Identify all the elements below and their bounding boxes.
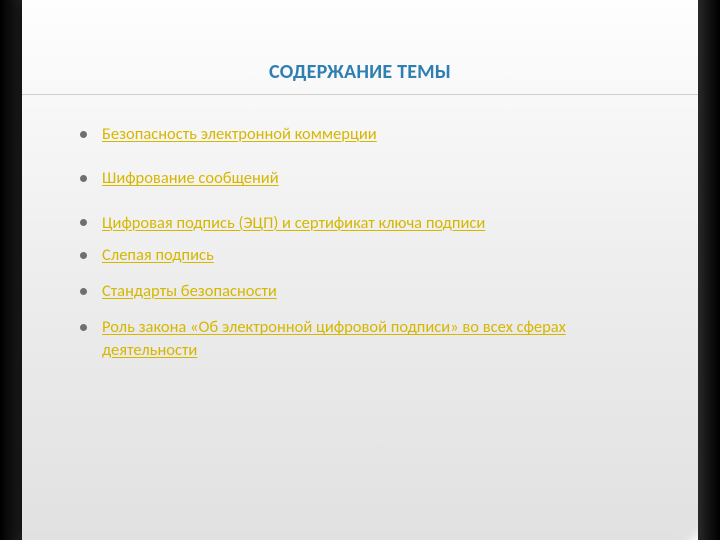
slide: СОДЕРЖАНИЕ ТЕМЫ Безопасность электронной… — [22, 0, 698, 540]
toc-list: Безопасность электронной коммерции Шифро… — [80, 123, 628, 361]
toc-link-1[interactable]: Безопасность электронной коммерции — [102, 124, 377, 144]
toc-item: Стандарты безопасности — [80, 280, 628, 302]
toc-item: Цифровая подпись (ЭЦП) и сертификат ключ… — [80, 212, 628, 234]
toc-link-6[interactable]: Роль закона «Об электронной цифровой под… — [102, 317, 566, 359]
toc-link-5[interactable]: Стандарты безопасности — [102, 281, 277, 301]
slide-title: СОДЕРЖАНИЕ ТЕМЫ — [269, 60, 451, 84]
slide-stage: СОДЕРЖАНИЕ ТЕМЫ Безопасность электронной… — [0, 0, 720, 540]
toc-item: Шифрование сообщений — [80, 167, 628, 189]
page-curl-icon — [672, 514, 698, 540]
toc-item: Роль закона «Об электронной цифровой под… — [80, 316, 628, 361]
toc-link-3[interactable]: Цифровая подпись (ЭЦП) и сертификат ключ… — [102, 213, 485, 233]
title-block: СОДЕРЖАНИЕ ТЕМЫ — [22, 0, 698, 95]
toc-item: Слепая подпись — [80, 244, 628, 266]
toc-item: Безопасность электронной коммерции — [80, 123, 628, 145]
toc-link-4[interactable]: Слепая подпись — [102, 245, 214, 265]
content-area: Безопасность электронной коммерции Шифро… — [22, 95, 698, 361]
toc-link-2[interactable]: Шифрование сообщений — [102, 168, 279, 188]
